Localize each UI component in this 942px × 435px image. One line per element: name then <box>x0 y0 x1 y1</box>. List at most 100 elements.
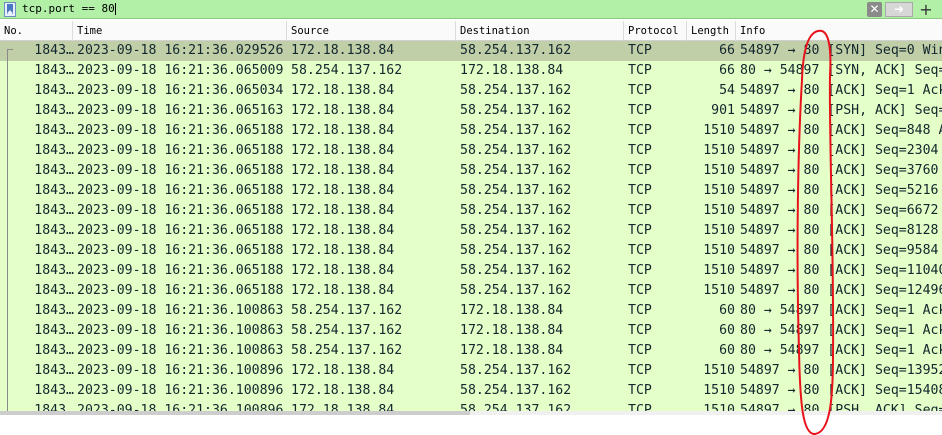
column-header-info[interactable]: Info <box>736 21 942 41</box>
packet-protocol: TCP <box>628 363 652 378</box>
packet-length: 66 <box>719 43 735 58</box>
packet-source: 172.18.138.84 <box>291 403 395 411</box>
packet-length: 1510 <box>703 363 735 378</box>
packet-source: 172.18.138.84 <box>291 143 395 158</box>
packet-length: 1510 <box>703 163 735 178</box>
packet-number: 1843… <box>34 263 74 278</box>
packet-length: 1510 <box>703 143 735 158</box>
scrollbar-thumb[interactable] <box>0 411 470 415</box>
packet-time: 2023-09-18 16:21:36.065009 <box>77 63 284 78</box>
packet-source: 172.18.138.84 <box>291 383 395 398</box>
packet-row[interactable]: 1843… 2023-09-18 16:21:36.065188 172.18.13… <box>0 281 942 301</box>
packet-length: 1510 <box>703 283 735 298</box>
packet-length: 1510 <box>703 263 735 278</box>
packet-source: 172.18.138.84 <box>291 103 395 118</box>
packet-row[interactable]: 1843… 2023-09-18 16:21:36.100863 58.254.13… <box>0 301 942 321</box>
packet-source: 172.18.138.84 <box>291 203 395 218</box>
packet-source: 172.18.138.84 <box>291 163 395 178</box>
packet-row[interactable]: 1843… 2023-09-18 16:21:36.065188 172.18.13… <box>0 201 942 221</box>
packet-row[interactable]: 1843… 2023-09-18 16:21:36.065188 172.18.13… <box>0 141 942 161</box>
packet-info: 54897 → 80 [ACK] Seq=6672 A <box>740 203 942 218</box>
packet-row[interactable]: 1843… 2023-09-18 16:21:36.065188 172.18.13… <box>0 241 942 261</box>
packet-destination: 172.18.138.84 <box>460 63 564 78</box>
packet-length: 1510 <box>703 243 735 258</box>
packet-time: 2023-09-18 16:21:36.100896 <box>77 383 284 398</box>
filter-expression: tcp.port == 80 <box>22 2 115 15</box>
packet-length: 1510 <box>703 203 735 218</box>
column-header-destination[interactable]: Destination <box>456 21 624 41</box>
packet-protocol: TCP <box>628 143 652 158</box>
packet-info: 54897 → 80 [ACK] Seq=8128 A <box>740 223 942 238</box>
column-header-protocol[interactable]: Protocol <box>624 21 687 41</box>
packet-info: 80 → 54897 [SYN, ACK] Seq=0 <box>740 63 942 78</box>
packet-destination: 58.254.137.162 <box>460 243 572 258</box>
packet-row[interactable]: 1843… 2023-09-18 16:21:36.065034 172.18.13… <box>0 81 942 101</box>
packet-list-header: No. Time Source Destination Protocol Len… <box>0 21 942 41</box>
packet-row[interactable]: 1843… 2023-09-18 16:21:36.100863 58.254.13… <box>0 341 942 361</box>
packet-source: 172.18.138.84 <box>291 363 395 378</box>
packet-row[interactable]: 1843… 2023-09-18 16:21:36.100896 172.18.13… <box>0 381 942 401</box>
packet-time: 2023-09-18 16:21:36.100863 <box>77 323 284 338</box>
packet-row[interactable]: 1843… 2023-09-18 16:21:36.065188 172.18.13… <box>0 121 942 141</box>
packet-row[interactable]: 1843… 2023-09-18 16:21:36.065163 172.18.13… <box>0 101 942 121</box>
packet-destination: 58.254.137.162 <box>460 43 572 58</box>
packet-protocol: TCP <box>628 183 652 198</box>
packet-number: 1843… <box>34 283 74 298</box>
packet-row[interactable]: 1843… 2023-09-18 16:21:36.100896 172.18.13… <box>0 361 942 381</box>
column-header-time[interactable]: Time <box>73 21 287 41</box>
packet-destination: 58.254.137.162 <box>460 103 572 118</box>
packet-protocol: TCP <box>628 403 652 411</box>
packet-destination: 58.254.137.162 <box>460 263 572 278</box>
packet-source: 172.18.138.84 <box>291 243 395 258</box>
packet-time: 2023-09-18 16:21:36.100896 <box>77 403 284 411</box>
packet-length: 901 <box>711 103 735 118</box>
column-header-source[interactable]: Source <box>287 21 456 41</box>
packet-time: 2023-09-18 16:21:36.065188 <box>77 163 284 178</box>
packet-time: 2023-09-18 16:21:36.065188 <box>77 223 284 238</box>
column-header-length[interactable]: Length <box>687 21 736 41</box>
plus-icon[interactable]: + <box>918 0 934 19</box>
packet-row[interactable]: 1843… 2023-09-18 16:21:36.029526 172.18.13… <box>0 41 942 61</box>
bookmark-icon[interactable] <box>4 2 16 17</box>
packet-protocol: TCP <box>628 263 652 278</box>
packet-destination: 58.254.137.162 <box>460 403 572 411</box>
packet-number: 1843… <box>34 383 74 398</box>
packet-length: 1510 <box>703 123 735 138</box>
packet-protocol: TCP <box>628 323 652 338</box>
packet-row[interactable]: 1843… 2023-09-18 16:21:36.065188 172.18.13… <box>0 161 942 181</box>
packet-number: 1843… <box>34 83 74 98</box>
conversation-bracket <box>7 49 8 411</box>
packet-list: 1843… 2023-09-18 16:21:36.029526 172.18.13… <box>0 41 942 411</box>
packet-row[interactable]: 1843… 2023-09-18 16:21:36.065009 58.254.13… <box>0 61 942 81</box>
packet-row[interactable]: 1843… 2023-09-18 16:21:36.065188 172.18.13… <box>0 261 942 281</box>
packet-length: 1510 <box>703 403 735 411</box>
packet-row[interactable]: 1843… 2023-09-18 16:21:36.100896 172.18.13… <box>0 401 942 411</box>
packet-row[interactable]: 1843… 2023-09-18 16:21:36.065188 172.18.13… <box>0 221 942 241</box>
packet-row[interactable]: 1843… 2023-09-18 16:21:36.100863 58.254.13… <box>0 321 942 341</box>
packet-source: 172.18.138.84 <box>291 283 395 298</box>
packet-number: 1843… <box>34 183 74 198</box>
arrow-right-icon[interactable]: ➜ <box>885 2 913 17</box>
packet-length: 60 <box>719 343 735 358</box>
horizontal-scrollbar[interactable] <box>0 411 942 435</box>
packet-destination: 58.254.137.162 <box>460 363 572 378</box>
packet-destination: 58.254.137.162 <box>460 143 572 158</box>
packet-info: 54897 → 80 [SYN] Seq=0 Win= <box>740 43 942 58</box>
packet-length: 1510 <box>703 223 735 238</box>
packet-protocol: TCP <box>628 303 652 318</box>
packet-number: 1843… <box>34 223 74 238</box>
clear-icon[interactable]: ✕ <box>867 2 882 17</box>
conversation-bracket-start <box>7 49 13 50</box>
packet-protocol: TCP <box>628 243 652 258</box>
packet-number: 1843… <box>34 43 74 58</box>
column-header-no[interactable]: No. <box>0 21 73 41</box>
packet-source: 172.18.138.84 <box>291 83 395 98</box>
packet-info: 80 → 54897 [ACK] Seq=1 Ack= <box>740 323 942 338</box>
packet-row[interactable]: 1843… 2023-09-18 16:21:36.065188 172.18.13… <box>0 181 942 201</box>
packet-source: 58.254.137.162 <box>291 63 403 78</box>
packet-destination: 58.254.137.162 <box>460 123 572 138</box>
packet-protocol: TCP <box>628 283 652 298</box>
packet-info: 54897 → 80 [PSH, ACK] Seq= <box>740 403 942 411</box>
packet-length: 1510 <box>703 183 735 198</box>
display-filter-input[interactable]: tcp.port == 80 <box>22 1 862 17</box>
